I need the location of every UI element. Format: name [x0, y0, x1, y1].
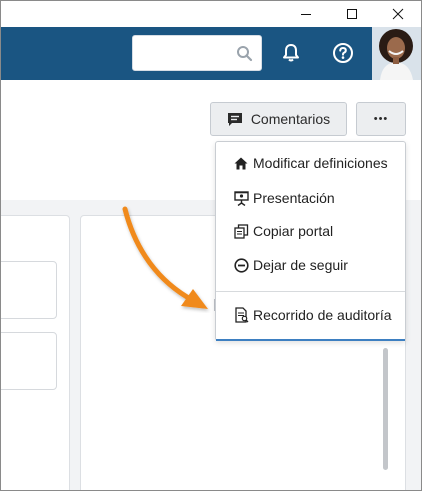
menu-item-copy-portal[interactable]: Copiar portal: [216, 217, 405, 245]
search-input[interactable]: [139, 42, 233, 66]
home-icon: [233, 155, 249, 171]
app-header: [1, 27, 421, 80]
more-options-menu: Modificar definiciones Presentación Copi…: [215, 141, 406, 341]
maximize-button[interactable]: [329, 1, 375, 27]
feedback-label: Comentarios: [250, 111, 331, 127]
menu-accent-line: [216, 339, 405, 341]
minimize-icon: [301, 14, 311, 15]
search-icon[interactable]: [236, 45, 253, 67]
copy-icon: [233, 223, 249, 239]
menu-item-label: Presentación: [253, 190, 335, 206]
left-panel-card: [1, 215, 70, 490]
presentation-icon: [233, 190, 249, 206]
scrollbar-thumb[interactable]: [383, 348, 388, 470]
comment-icon: [227, 112, 242, 126]
menu-item-label: Dejar de seguir: [253, 257, 348, 273]
help-button[interactable]: [329, 39, 357, 67]
more-options-button[interactable]: •••: [356, 102, 406, 136]
title-bar: [1, 1, 421, 27]
menu-item-label: Copiar portal: [253, 223, 334, 239]
menu-item-label: Recorrido de auditoría: [253, 307, 392, 323]
menu-item-label: Modificar definiciones: [253, 155, 388, 171]
user-avatar[interactable]: [372, 27, 421, 80]
bell-icon: [283, 44, 299, 62]
minimize-button[interactable]: [283, 1, 329, 27]
menu-separator: [216, 291, 405, 292]
help-icon: [333, 43, 353, 63]
feedback-button[interactable]: Comentarios: [210, 102, 347, 136]
menu-item-unfollow[interactable]: Dejar de seguir: [216, 251, 405, 279]
audit-trail-icon: [233, 307, 249, 323]
left-panel-box: [1, 332, 57, 390]
browser-window: Comentarios ••• Modificar definiciones P…: [0, 0, 422, 491]
more-options-label: •••: [373, 113, 389, 125]
maximize-icon: [347, 9, 357, 19]
notifications-button[interactable]: [277, 39, 305, 67]
left-panel-box: [1, 261, 57, 319]
menu-item-presentation[interactable]: Presentación: [216, 184, 405, 212]
unfollow-icon: [233, 257, 249, 273]
close-icon: [392, 8, 404, 20]
menu-item-modify-settings[interactable]: Modificar definiciones: [216, 149, 405, 177]
search-box[interactable]: [132, 35, 262, 71]
menu-item-audit-trail[interactable]: Recorrido de auditoría: [216, 301, 405, 329]
close-button[interactable]: [375, 1, 421, 27]
